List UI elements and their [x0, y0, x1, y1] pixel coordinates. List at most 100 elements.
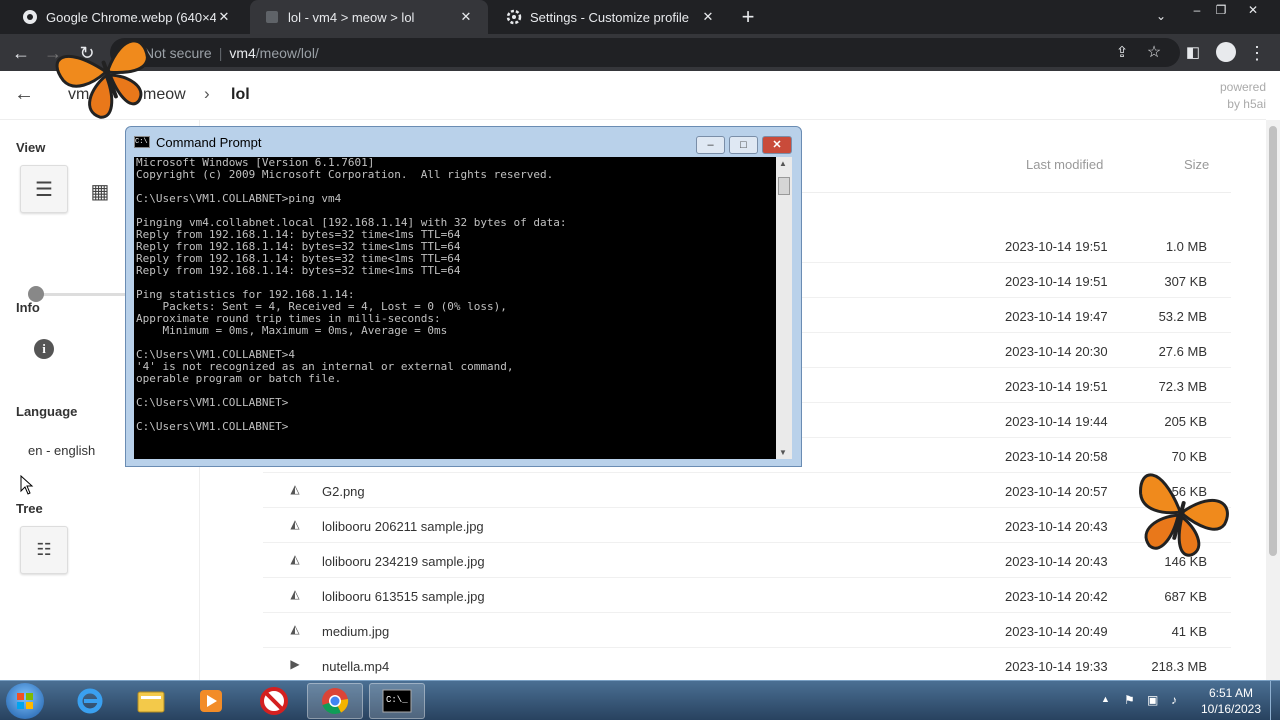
clock[interactable]: 6:51 AM 10/16/2023	[1196, 685, 1266, 717]
minimize-button[interactable]: –	[696, 136, 725, 154]
file-modified: 2023-10-14 20:30	[1005, 344, 1108, 359]
file-modified: 2023-10-14 20:57	[1005, 484, 1108, 499]
file-modified: 2023-10-14 19:47	[1005, 309, 1108, 324]
url-host: vm4	[229, 44, 256, 61]
tab-lol[interactable]: lol - vm4 > meow > lol ✕	[250, 0, 488, 34]
list-view-button[interactable]: ☰	[20, 165, 68, 213]
file-name[interactable]: lolibooru 206211 sample.jpg	[322, 519, 484, 534]
gear-icon	[506, 9, 522, 25]
back-arrow-icon[interactable]: ←	[8, 40, 34, 66]
file-modified: 2023-10-14 20:43	[1005, 519, 1108, 534]
blocked-icon[interactable]	[246, 683, 302, 719]
page-scrollbar[interactable]	[1266, 120, 1280, 680]
divider: |	[218, 44, 223, 61]
file-modified: 2023-10-14 19:51	[1005, 379, 1108, 394]
file-row[interactable]: ▶ nutella.mp4 2023-10-14 19:33 218.3 MB	[263, 648, 1231, 683]
image-icon: ◭	[290, 587, 300, 601]
cmd-icon[interactable]: C:\_	[369, 683, 425, 719]
file-size: 53.2 MB	[1158, 309, 1207, 324]
media-player-icon[interactable]	[183, 683, 239, 719]
flag-icon[interactable]: ⚑	[1124, 693, 1135, 707]
file-row[interactable]: ◭ medium.jpg 2023-10-14 20:49 41 KB	[263, 613, 1231, 648]
file-size: 41 KB	[1171, 624, 1207, 639]
image-icon: ◭	[290, 552, 300, 566]
console-line: Minimum = 0ms, Maximum = 0ms, Average = …	[136, 324, 448, 337]
file-row[interactable]: ◭ G2.png 2023-10-14 20:57 56 KB	[263, 473, 1231, 508]
scrollbar-thumb[interactable]	[778, 177, 790, 195]
back-arrow-icon[interactable]: ←	[14, 83, 34, 106]
file-size: 687 KB	[1164, 589, 1207, 604]
file-row[interactable]: ◭ lolibooru 206211 sample.jpg 2023-10-14 2…	[263, 508, 1231, 543]
file-name[interactable]: nutella.mp4	[322, 659, 389, 674]
address-bar[interactable]: Not secure | vm4 /meow/lol/	[110, 38, 1180, 67]
file-row[interactable]: ◭ lolibooru 234219 sample.jpg 2023-10-14 2…	[263, 543, 1231, 578]
file-name[interactable]: medium.jpg	[322, 624, 389, 639]
menu-dots-icon[interactable]: ⋮	[1244, 40, 1270, 66]
file-name[interactable]: lolibooru 613515 sample.jpg	[322, 589, 485, 604]
powered-by-h5ai[interactable]: powered by h5ai	[1210, 79, 1266, 113]
tree-toggle-button[interactable]: ☷	[20, 526, 68, 574]
console-output-area[interactable]: Microsoft Windows [Version 6.1.7601] Copy…	[134, 157, 792, 459]
close-icon[interactable]: ✕	[700, 9, 716, 25]
scroll-up-icon[interactable]: ▲	[779, 159, 787, 168]
file-modified: 2023-10-14 20:42	[1005, 589, 1108, 604]
close-button[interactable]: ✕	[762, 136, 792, 154]
volume-icon[interactable]: ♪	[1171, 693, 1177, 707]
url-path: /meow/lol/	[255, 44, 319, 61]
console-line: Reply from 192.168.1.14: bytes=32 time<1…	[136, 264, 461, 277]
file-size: 27.6 MB	[1158, 344, 1207, 359]
mouse-cursor-icon	[20, 474, 34, 500]
chevron-down-icon[interactable]: ⌄	[1146, 6, 1176, 28]
svg-text:C:\_: C:\_	[386, 695, 408, 705]
console-line: C:\Users\VM1.COLLABNET>	[136, 420, 289, 433]
column-header-modified[interactable]: Last modified	[1026, 157, 1103, 172]
start-button[interactable]	[6, 683, 44, 719]
file-name[interactable]: lolibooru 234219 sample.jpg	[322, 554, 485, 569]
star-icon[interactable]: ☆	[1141, 40, 1167, 66]
close-icon[interactable]: ✕	[216, 9, 232, 25]
breadcrumb-item-lol[interactable]: lol	[231, 86, 250, 104]
file-explorer-icon[interactable]	[123, 683, 179, 719]
view-heading: View	[16, 140, 46, 155]
show-desktop-button[interactable]	[1270, 681, 1280, 720]
new-tab-button[interactable]: +	[737, 6, 759, 28]
internet-explorer-icon[interactable]	[62, 683, 118, 719]
language-heading: Language	[16, 404, 78, 419]
file-name[interactable]: G2.png	[322, 484, 365, 499]
file-row[interactable]: ◭ lolibooru 613515 sample.jpg 2023-10-14 2…	[263, 578, 1231, 613]
maximize-button[interactable]: □	[729, 136, 758, 154]
close-icon[interactable]: ✕	[1238, 0, 1268, 22]
close-icon[interactable]: ✕	[458, 9, 474, 25]
console-line: C:\Users\VM1.COLLABNET>ping vm4	[136, 192, 342, 205]
side-panel-icon[interactable]: ◧	[1180, 40, 1206, 66]
info-icon[interactable]: i	[34, 339, 54, 359]
chrome-icon[interactable]	[307, 683, 363, 719]
clock-time: 6:51 AM	[1208, 686, 1254, 700]
console-line: operable program or batch file.	[136, 372, 342, 385]
grid-view-icon[interactable]: ▦	[88, 179, 112, 204]
restore-icon[interactable]: ❐	[1206, 0, 1236, 22]
tray-expand-icon[interactable]: ▲	[1101, 694, 1110, 704]
scroll-down-icon[interactable]: ▼	[779, 448, 787, 457]
tab-title: Settings - Customize profile	[530, 9, 689, 25]
browser-tab-strip: Google Chrome.webp (640×472) ✕ lol - vm4…	[0, 0, 1280, 34]
file-modified: 2023-10-14 19:51	[1005, 274, 1108, 289]
column-header-size[interactable]: Size	[1184, 157, 1209, 172]
language-select[interactable]: en - english	[28, 443, 95, 458]
tree-heading: Tree	[16, 501, 43, 516]
browser-toolbar: ← → ↻ Not secure | vm4 /meow/lol/ ⇪ ☆ ◧ …	[0, 34, 1280, 71]
tree-list-icon: ☷	[36, 540, 52, 559]
file-size: 205 KB	[1164, 414, 1207, 429]
zoom-slider-track[interactable]	[36, 293, 126, 296]
command-prompt-window[interactable]: C:\ Command Prompt – □ ✕ Microsoft Windo…	[125, 126, 802, 467]
page-icon	[264, 9, 280, 25]
console-scrollbar[interactable]: ▲ ▼	[776, 157, 792, 459]
network-icon[interactable]: ▣	[1147, 693, 1158, 707]
tab-settings[interactable]: Settings - Customize profile ✕	[492, 0, 730, 34]
scrollbar-thumb[interactable]	[1269, 126, 1277, 556]
profile-avatar[interactable]	[1216, 42, 1236, 62]
file-size: 218.3 MB	[1151, 659, 1207, 674]
share-icon[interactable]: ⇪	[1109, 40, 1135, 66]
file-size: 307 KB	[1164, 274, 1207, 289]
windows-logo-icon	[17, 693, 33, 709]
